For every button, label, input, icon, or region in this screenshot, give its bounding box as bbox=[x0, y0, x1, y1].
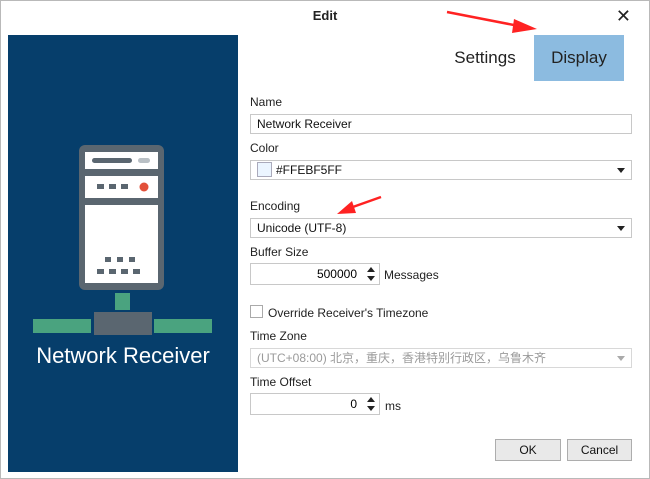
time-offset-label: Time Offset bbox=[250, 375, 312, 389]
time-offset-value: 0 bbox=[350, 397, 357, 411]
ok-button[interactable]: OK bbox=[495, 439, 561, 461]
name-field[interactable]: Network Receiver bbox=[250, 114, 632, 134]
buffer-size-unit: Messages bbox=[384, 268, 439, 282]
override-timezone-checkbox[interactable] bbox=[250, 305, 263, 318]
color-dropdown[interactable]: #FFEBF5FF bbox=[250, 160, 632, 180]
buffer-size-value: 500000 bbox=[316, 267, 357, 281]
override-timezone-label: Override Receiver's Timezone bbox=[268, 306, 429, 320]
color-label: Color bbox=[250, 141, 279, 155]
panel-caption: Network Receiver bbox=[36, 343, 210, 368]
encoding-label: Encoding bbox=[250, 199, 301, 213]
spin-down-icon[interactable] bbox=[367, 276, 375, 281]
server-network-icon bbox=[33, 145, 212, 335]
spin-down-icon[interactable] bbox=[367, 406, 375, 411]
encoding-dropdown[interactable]: Unicode (UTF-8) bbox=[250, 218, 632, 238]
buffer-size-stepper[interactable]: 500000 bbox=[250, 263, 380, 285]
chevron-down-icon bbox=[617, 226, 625, 231]
color-value: #FFEBF5FF bbox=[276, 163, 343, 177]
spin-up-icon[interactable] bbox=[367, 397, 375, 402]
buffer-size-label: Buffer Size bbox=[250, 245, 309, 259]
time-offset-stepper[interactable]: 0 bbox=[250, 393, 380, 415]
chevron-down-icon bbox=[617, 168, 625, 173]
chevron-down-icon bbox=[617, 356, 625, 361]
tab-settings[interactable]: Settings bbox=[446, 35, 524, 81]
time-zone-value: (UTC+08:00) 北京，重庆，香港特别行政区，乌鲁木齐 bbox=[257, 351, 547, 365]
tab-display[interactable]: Display bbox=[534, 35, 624, 81]
color-swatch bbox=[257, 162, 272, 177]
time-zone-dropdown: (UTC+08:00) 北京，重庆，香港特别行政区，乌鲁木齐 bbox=[250, 348, 632, 368]
edit-dialog: Edit ✕ Network Receiver Settings Display… bbox=[0, 0, 650, 479]
close-icon[interactable]: ✕ bbox=[616, 5, 631, 27]
encoding-value: Unicode (UTF-8) bbox=[257, 221, 347, 235]
time-offset-unit: ms bbox=[385, 399, 401, 413]
cancel-button[interactable]: Cancel bbox=[567, 439, 632, 461]
dialog-title: Edit bbox=[312, 8, 338, 23]
left-panel: Network Receiver bbox=[8, 35, 238, 472]
name-label: Name bbox=[250, 95, 283, 109]
time-zone-label: Time Zone bbox=[250, 329, 307, 343]
spin-up-icon[interactable] bbox=[367, 267, 375, 272]
